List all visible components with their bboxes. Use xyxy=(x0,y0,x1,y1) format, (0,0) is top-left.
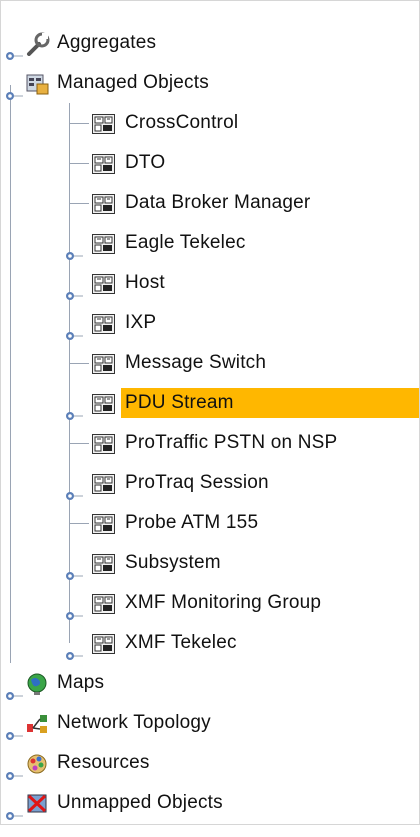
tree-item-label: Aggregates xyxy=(57,32,157,53)
tree-guide-line xyxy=(10,623,11,663)
tree-item-host[interactable]: Host xyxy=(1,263,419,303)
tree-item-label: Data Broker Manager xyxy=(125,192,311,213)
expand-handle-icon[interactable] xyxy=(65,317,83,340)
tree-item-label: XMF Monitoring Group xyxy=(125,592,322,613)
tree-item-label: Network Topology xyxy=(57,712,211,733)
tree-item-label: Host xyxy=(125,272,165,293)
managed-object-icon xyxy=(91,351,117,375)
tree-item-resources[interactable]: Resources xyxy=(1,743,419,783)
expand-handle-icon[interactable] xyxy=(65,397,83,420)
tree-item-label: CrossControl xyxy=(125,112,239,133)
managed-object-icon xyxy=(91,391,117,415)
tree-item-subsystem[interactable]: Subsystem xyxy=(1,543,419,583)
expand-handle-icon[interactable] xyxy=(5,37,23,60)
tree-guide-line xyxy=(10,503,11,543)
tree-guide-line xyxy=(10,103,11,143)
tree-item-label: XMF Tekelec xyxy=(125,632,237,653)
tree-item-data-broker-manager[interactable]: Data Broker Manager xyxy=(1,183,419,223)
tree-guide-line xyxy=(10,423,11,463)
tree-item-label: Message Switch xyxy=(125,352,267,373)
tree-item-managed-objects[interactable]: Managed Objects xyxy=(1,63,419,103)
tree-guide-line xyxy=(10,463,11,503)
tree-view: Aggregates Managed Objects CrossControl D… xyxy=(1,23,419,823)
unmapped-objects-icon xyxy=(25,791,51,815)
tree-item-xmf-monitoring-group[interactable]: XMF Monitoring Group xyxy=(1,583,419,623)
managed-object-icon xyxy=(91,311,117,335)
tree-item-crosscontrol[interactable]: CrossControl xyxy=(1,103,419,143)
tree-item-label: Resources xyxy=(57,752,150,773)
tree-item-unmapped-objects[interactable]: Unmapped Objects xyxy=(1,783,419,823)
tree-item-label: Unmapped Objects xyxy=(57,792,223,813)
tree-guide-line xyxy=(10,583,11,623)
tree-panel: Aggregates Managed Objects CrossControl D… xyxy=(0,0,420,825)
tree-item-pdu-stream[interactable]: PDU Stream xyxy=(1,383,419,423)
wrench-icon xyxy=(25,31,51,56)
expand-handle-icon[interactable] xyxy=(65,637,83,660)
managed-object-icon xyxy=(91,471,117,495)
expand-handle-icon[interactable] xyxy=(65,597,83,620)
tree-item-label: Subsystem xyxy=(125,552,221,573)
managed-object-icon xyxy=(91,231,117,255)
expand-handle-icon[interactable] xyxy=(5,797,23,820)
tree-item-probe-atm-155[interactable]: Probe ATM 155 xyxy=(1,503,419,543)
tree-item-message-switch[interactable]: Message Switch xyxy=(1,343,419,383)
network-topology-icon xyxy=(25,711,51,735)
tree-item-maps[interactable]: Maps xyxy=(1,663,419,703)
tree-item-label: PDU Stream xyxy=(121,388,419,418)
tree-item-protraq-session[interactable]: ProTraq Session xyxy=(1,463,419,503)
tree-guide-line xyxy=(10,543,11,583)
tree-branch-line xyxy=(69,523,89,524)
expand-handle-icon[interactable] xyxy=(65,477,83,500)
managed-object-icon xyxy=(91,191,117,215)
tree-branch-line xyxy=(69,203,89,204)
expand-handle-icon[interactable] xyxy=(5,677,23,700)
managed-object-icon xyxy=(91,511,117,535)
managed-objects-icon xyxy=(25,71,51,95)
globe-icon xyxy=(25,671,51,695)
tree-item-label: IXP xyxy=(125,312,157,333)
managed-object-icon xyxy=(91,151,117,175)
tree-item-xmf-tekelec[interactable]: XMF Tekelec xyxy=(1,623,419,663)
tree-branch-line xyxy=(69,123,89,124)
tree-branch-line xyxy=(69,163,89,164)
tree-item-dto[interactable]: DTO xyxy=(1,143,419,183)
tree-branch-line xyxy=(69,443,89,444)
expand-handle-icon[interactable] xyxy=(65,237,83,260)
managed-object-icon xyxy=(91,631,117,655)
managed-object-icon xyxy=(91,551,117,575)
tree-guide-line xyxy=(10,343,11,383)
tree-item-protraffic-pstn-on-nsp[interactable]: ProTraffic PSTN on NSP xyxy=(1,423,419,463)
tree-item-eagle-tekelec[interactable]: Eagle Tekelec xyxy=(1,223,419,263)
tree-item-label: ProTraffic PSTN on NSP xyxy=(125,432,338,453)
managed-object-icon xyxy=(91,431,117,455)
tree-item-label: DTO xyxy=(125,152,166,173)
tree-guide-line xyxy=(10,223,11,263)
tree-branch-line xyxy=(69,363,89,364)
expand-handle-icon[interactable] xyxy=(5,717,23,740)
tree-item-label: Eagle Tekelec xyxy=(125,232,246,253)
managed-object-icon xyxy=(91,111,117,135)
tree-guide-line xyxy=(10,143,11,183)
tree-item-label: Managed Objects xyxy=(57,72,209,93)
expand-handle-icon[interactable] xyxy=(5,757,23,780)
tree-guide-line xyxy=(10,263,11,303)
tree-item-ixp[interactable]: IXP xyxy=(1,303,419,343)
tree-item-label: Maps xyxy=(57,672,105,693)
managed-object-icon xyxy=(91,271,117,295)
tree-item-network-topology[interactable]: Network Topology xyxy=(1,703,419,743)
expand-handle-icon[interactable] xyxy=(65,557,83,580)
collapse-handle-icon[interactable] xyxy=(5,77,23,100)
tree-item-label: ProTraq Session xyxy=(125,472,269,493)
managed-object-icon xyxy=(91,591,117,615)
tree-item-label: Probe ATM 155 xyxy=(125,512,259,533)
tree-item-aggregates[interactable]: Aggregates xyxy=(1,23,419,63)
tree-guide-line xyxy=(10,303,11,343)
resources-icon xyxy=(25,751,51,775)
tree-guide-line xyxy=(10,183,11,223)
tree-guide-line xyxy=(10,383,11,423)
expand-handle-icon[interactable] xyxy=(65,277,83,300)
